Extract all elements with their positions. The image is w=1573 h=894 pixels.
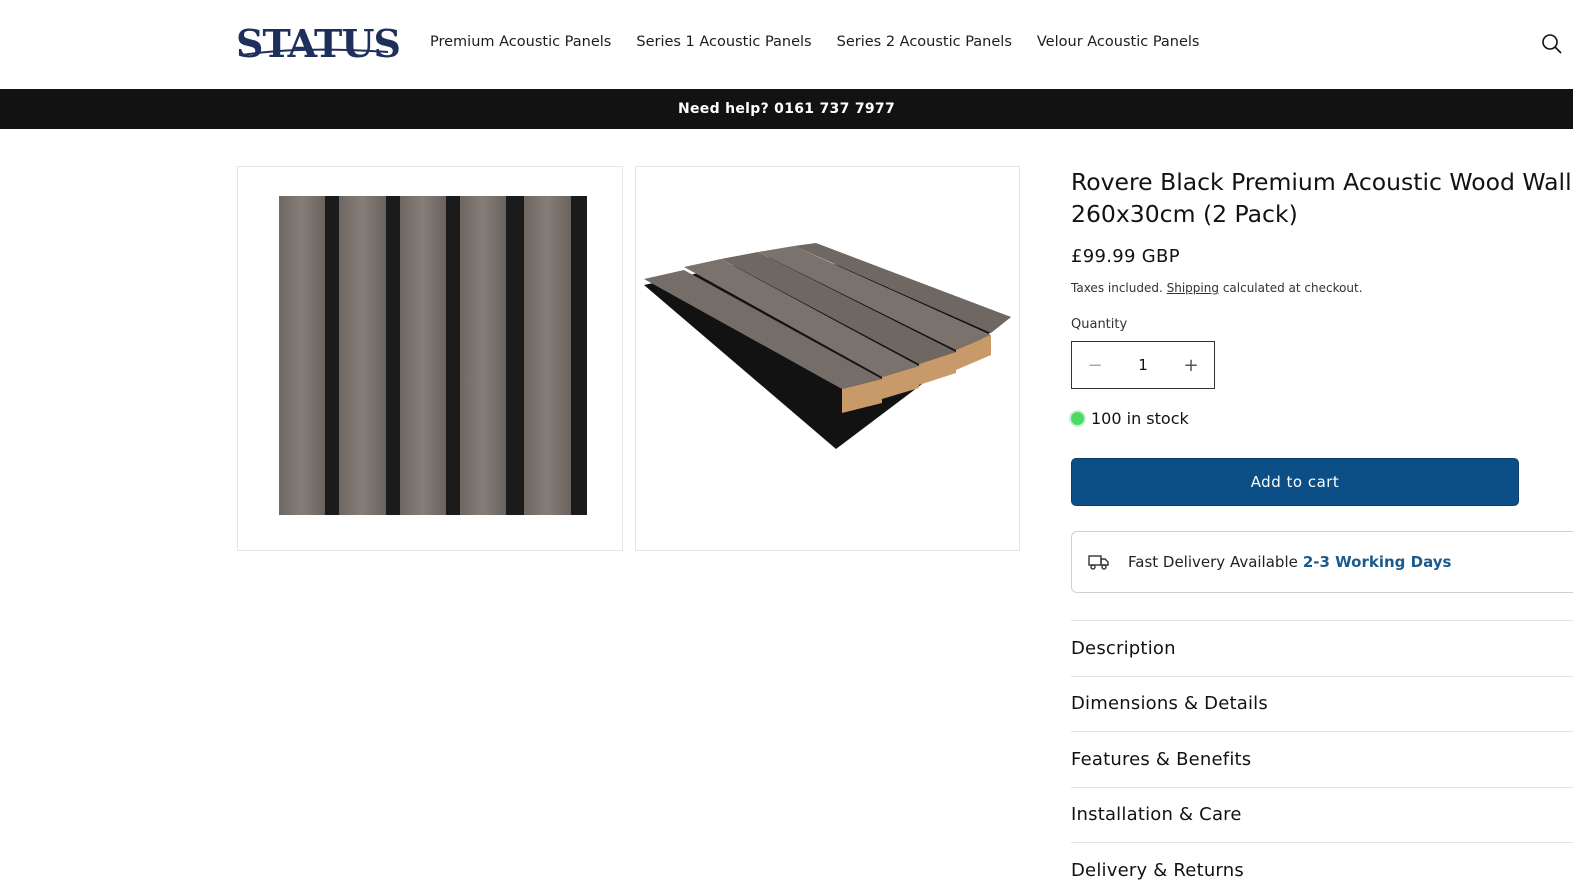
tax-note: Taxes included. Shipping calculated at c… [1071, 281, 1363, 295]
delivery-notice: Fast Delivery Available 2-3 Working Days [1071, 531, 1573, 593]
announcement-text: Need help? 0161 737 7977 [678, 101, 895, 117]
product-title: Rovere Black Premium Acoustic Wood Wall … [1071, 166, 1573, 230]
quantity-label: Quantity [1071, 317, 1128, 332]
accordion-label: Delivery & Returns [1071, 859, 1244, 881]
quantity-input[interactable] [1118, 342, 1168, 388]
stock-status: 100 in stock [1071, 409, 1189, 428]
panel-front-image [279, 196, 587, 515]
tax-prefix: Taxes included. [1071, 281, 1163, 295]
accordion-dimensions-details[interactable]: Dimensions & Details [1071, 675, 1573, 732]
quantity-decrease-button[interactable]: − [1072, 342, 1118, 388]
product-title-line-1: Rovere Black Premium Acoustic Wood Wall [1071, 168, 1572, 196]
logo-swoosh-icon [241, 48, 389, 56]
product-info: Rovere Black Premium Acoustic Wood Wall … [1071, 166, 1573, 881]
panel-angled-image [644, 243, 1011, 449]
delivery-time: 2-3 Working Days [1302, 553, 1452, 571]
accordion-description[interactable]: Description [1071, 620, 1573, 676]
truck-icon [1088, 555, 1109, 570]
announcement-bar: Need help? 0161 737 7977 [0, 89, 1573, 129]
product-title-line-2: 260x30cm (2 Pack) [1071, 200, 1298, 228]
nav-premium-acoustic-panels[interactable]: Premium Acoustic Panels [430, 34, 611, 50]
accordion-label: Description [1071, 637, 1176, 659]
accordion-label: Installation & Care [1071, 804, 1242, 826]
search-icon[interactable] [1541, 33, 1563, 55]
quantity-stepper: − + [1071, 341, 1215, 389]
tax-suffix: calculated at checkout. [1222, 281, 1363, 295]
main-nav: Premium Acoustic Panels Series 1 Acousti… [430, 34, 1200, 50]
accordion-delivery-returns[interactable]: Delivery & Returns [1071, 842, 1573, 894]
nav-series-1-acoustic-panels[interactable]: Series 1 Acoustic Panels [636, 34, 811, 50]
site-header: STATUS Premium Acoustic Panels Series 1 … [0, 0, 1573, 89]
product-accordion: Description Dimensions & Details Feature… [1071, 620, 1573, 894]
accordion-label: Dimensions & Details [1071, 693, 1268, 715]
product-image-angled[interactable] [635, 166, 1020, 551]
stock-text: 100 in stock [1091, 409, 1189, 428]
nav-velour-acoustic-panels[interactable]: Velour Acoustic Panels [1037, 34, 1200, 50]
accordion-label: Features & Benefits [1071, 748, 1252, 770]
accordion-features-benefits[interactable]: Features & Benefits [1071, 731, 1573, 787]
product-price: £99.99 GBP [1071, 246, 1180, 267]
shipping-link[interactable]: Shipping [1167, 281, 1219, 295]
delivery-text: Fast Delivery Available [1128, 553, 1298, 571]
add-to-cart-button[interactable]: Add to cart [1071, 458, 1519, 506]
nav-series-2-acoustic-panels[interactable]: Series 2 Acoustic Panels [837, 34, 1012, 50]
quantity-increase-button[interactable]: + [1168, 342, 1214, 388]
product-image-front[interactable] [237, 166, 623, 551]
in-stock-dot-icon [1071, 412, 1084, 425]
accordion-installation-care[interactable]: Installation & Care [1071, 786, 1573, 843]
